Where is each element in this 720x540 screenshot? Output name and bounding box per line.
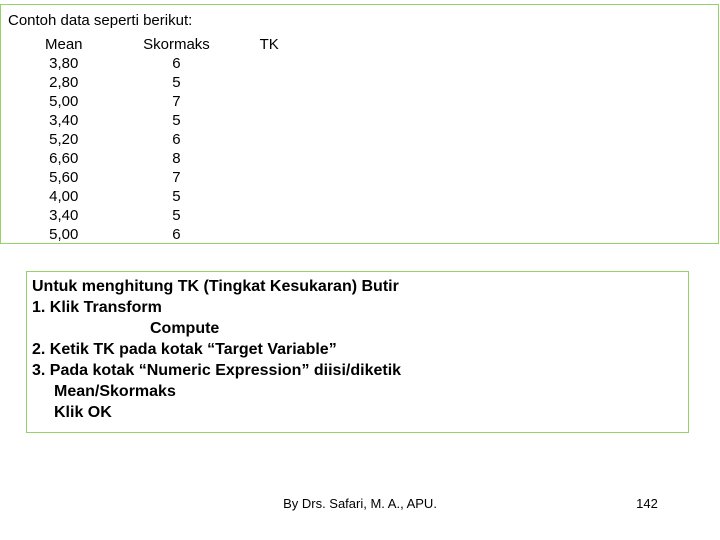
data-panel-title: Contoh data seperti berikut: bbox=[8, 12, 193, 29]
cell-skormaks: 8 bbox=[172, 150, 181, 167]
cell-tk bbox=[226, 73, 312, 92]
cell-mean: 5,00 bbox=[49, 93, 79, 110]
cell-tk bbox=[226, 225, 312, 244]
table-header: Mean Skormaks TK bbox=[1, 35, 718, 54]
slide-canvas: Contoh data seperti berikut: Mean Skorma… bbox=[0, 0, 720, 540]
table-row: 3,80 6 bbox=[1, 54, 718, 73]
cell-tk bbox=[226, 111, 312, 130]
instruction-step-3: 3. Pada kotak “Numeric Expression” diisi… bbox=[32, 362, 402, 379]
cell-mean: 3,80 bbox=[49, 55, 79, 72]
cell-tk bbox=[226, 92, 312, 111]
cell-mean: 5,00 bbox=[49, 226, 79, 243]
column-header-spacer bbox=[312, 35, 718, 54]
cell-tk bbox=[226, 206, 312, 225]
instructions-list: Untuk menghitung TK (Tingkat Kesukaran) … bbox=[32, 276, 684, 423]
cell-spacer bbox=[312, 130, 718, 149]
cell-tk bbox=[226, 149, 312, 168]
cell-mean: 4,00 bbox=[49, 188, 79, 205]
instruction-step-2: 2. Ketik TK pada kotak “Target Variable” bbox=[32, 341, 337, 358]
instruction-step-3-confirm: Klik OK bbox=[54, 404, 112, 421]
table-header-row: Mean Skormaks TK bbox=[1, 35, 718, 54]
cell-mean: 3,40 bbox=[49, 112, 79, 129]
cell-spacer bbox=[312, 73, 718, 92]
cell-spacer bbox=[312, 149, 718, 168]
cell-tk bbox=[226, 54, 312, 73]
cell-skormaks: 6 bbox=[172, 55, 181, 72]
cell-spacer bbox=[312, 168, 718, 187]
instructions-panel: Untuk menghitung TK (Tingkat Kesukaran) … bbox=[26, 271, 689, 433]
table-row: 2,80 5 bbox=[1, 73, 718, 92]
instruction-step-3-expression: Mean/Skormaks bbox=[54, 383, 176, 400]
table-row: 4,00 5 bbox=[1, 187, 718, 206]
cell-mean: 5,20 bbox=[49, 131, 79, 148]
cell-skormaks: 5 bbox=[172, 74, 181, 91]
cell-skormaks: 6 bbox=[172, 131, 181, 148]
table-row: 3,40 5 bbox=[1, 111, 718, 130]
footer-page-number: 142 bbox=[636, 496, 658, 511]
table-body: 3,80 6 2,80 5 5,00 7 3,40 5 5,20 6 6,60 … bbox=[1, 54, 718, 244]
cell-tk bbox=[226, 168, 312, 187]
cell-tk bbox=[226, 130, 312, 149]
table-row: 6,60 8 bbox=[1, 149, 718, 168]
cell-mean: 5,60 bbox=[49, 169, 79, 186]
table-row: 5,60 7 bbox=[1, 168, 718, 187]
cell-tk bbox=[226, 187, 312, 206]
cell-spacer bbox=[312, 111, 718, 130]
instructions-heading: Untuk menghitung TK (Tingkat Kesukaran) … bbox=[32, 278, 399, 295]
column-header-skormaks: Skormaks bbox=[143, 36, 210, 53]
cell-skormaks: 6 bbox=[172, 226, 181, 243]
cell-spacer bbox=[312, 187, 718, 206]
cell-skormaks: 5 bbox=[172, 207, 181, 224]
cell-skormaks: 5 bbox=[172, 188, 181, 205]
cell-mean: 6,60 bbox=[49, 150, 79, 167]
column-header-mean: Mean bbox=[45, 36, 83, 53]
example-data-table: Mean Skormaks TK 3,80 6 2,80 5 5,00 7 3,… bbox=[1, 35, 718, 244]
cell-spacer bbox=[312, 206, 718, 225]
instruction-step-1: 1. Klik Transform bbox=[32, 299, 162, 316]
cell-mean: 3,40 bbox=[49, 207, 79, 224]
table-row: 3,40 5 bbox=[1, 206, 718, 225]
cell-skormaks: 5 bbox=[172, 112, 181, 129]
table-row: 5,00 7 bbox=[1, 92, 718, 111]
cell-skormaks: 7 bbox=[172, 169, 181, 186]
cell-spacer bbox=[312, 54, 718, 73]
cell-skormaks: 7 bbox=[172, 93, 181, 110]
cell-spacer bbox=[312, 92, 718, 111]
column-header-tk: TK bbox=[259, 36, 279, 53]
table-row: 5,00 6 bbox=[1, 225, 718, 244]
data-example-panel: Contoh data seperti berikut: Mean Skorma… bbox=[0, 4, 719, 244]
instruction-step-1-compute: Compute bbox=[150, 320, 220, 337]
table-row: 5,20 6 bbox=[1, 130, 718, 149]
cell-spacer bbox=[312, 225, 718, 244]
cell-mean: 2,80 bbox=[49, 74, 79, 91]
